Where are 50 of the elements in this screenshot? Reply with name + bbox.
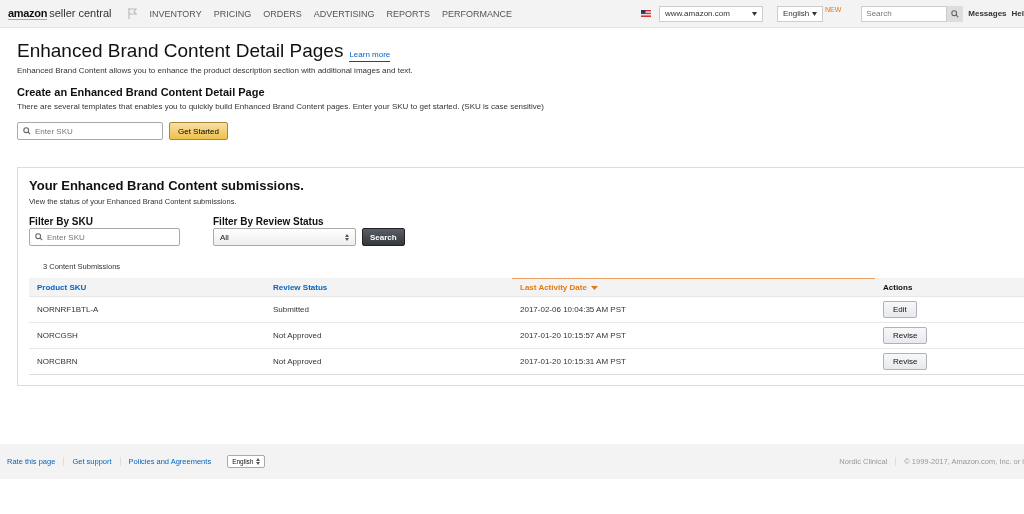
action-button[interactable]: Revise	[883, 327, 928, 344]
page-title: Enhanced Brand Content Detail Pages	[17, 40, 344, 62]
marketplace-dropdown[interactable]: www.amazon.com	[658, 5, 763, 22]
page-description: Enhanced Brand Content allows you to enhance the product description section with additional images and text.	[17, 66, 414, 75]
top-link[interactable]: Hel	[1011, 9, 1024, 18]
sort-caret-icon	[590, 285, 598, 290]
status-dropdown[interactable]: All	[213, 228, 356, 246]
caret-icon	[811, 11, 817, 16]
learn-more-link[interactable]: Learn more	[349, 50, 391, 62]
table-cell: 2017-01-20 10:15:31 AM PST	[512, 348, 875, 374]
table-cell: 2017-01-20 10:15:57 AM PST	[512, 322, 875, 348]
column-header[interactable]: Review Status	[265, 278, 512, 296]
search-button[interactable]	[947, 5, 964, 22]
nav-item[interactable]: ADVERTISING	[313, 8, 375, 19]
search-icon	[23, 127, 31, 135]
table-cell: 2017-02-06 10:04:35 AM PST	[512, 296, 875, 322]
nav-item[interactable]: PERFORMANCE	[441, 8, 512, 19]
column-header[interactable]: Product SKU	[29, 278, 265, 296]
section-description: There are several templates that enables you to quickly build Enhanced Brand Content pages. Enter your SKU to get started. (SKU is case sensitive)	[17, 102, 545, 111]
language-dropdown[interactable]: English	[776, 5, 823, 22]
flag-icon	[640, 10, 651, 17]
table-cell: Submitted	[265, 296, 512, 322]
column-header: Actions	[875, 278, 1024, 296]
panel-title: Your Enhanced Brand Content submissions.	[29, 178, 305, 193]
logo[interactable]: amazon seller central	[8, 7, 112, 20]
table-cell: NORCBRN	[29, 348, 265, 374]
table-cell: Not Approved	[265, 322, 512, 348]
action-button[interactable]: Revise	[883, 353, 928, 370]
search-field[interactable]: Search	[861, 5, 948, 22]
table-cell: NORCGSH	[29, 322, 265, 348]
sku-filter-field[interactable]: Enter SKU	[29, 228, 180, 246]
nav-item[interactable]: INVENTORY	[149, 8, 202, 19]
up-down-icon	[345, 233, 349, 241]
table-cell: NORNRF1BTL-A	[29, 296, 265, 322]
search-button[interactable]: Search	[362, 228, 405, 246]
nav-item[interactable]: REPORTS	[386, 8, 430, 19]
section-title: Create an Enhanced Brand Content Detail Page	[17, 86, 266, 98]
sku-field[interactable]: Enter SKU	[17, 122, 163, 140]
nav-item[interactable]: PRICING	[213, 8, 252, 19]
nav-item[interactable]: ORDERS	[263, 8, 302, 19]
search-icon	[951, 9, 960, 18]
top-link[interactable]: Messages	[968, 9, 1007, 18]
filter-label: Filter By Review Status	[213, 216, 325, 227]
action-button[interactable]: Edit	[883, 301, 917, 318]
caret-icon	[751, 11, 757, 16]
filter-label: Filter By SKU	[29, 216, 94, 227]
get-started-button[interactable]: Get Started	[169, 122, 228, 140]
table-cell: Not Approved	[265, 348, 512, 374]
up-down-icon	[256, 458, 261, 465]
search-icon	[35, 233, 43, 241]
